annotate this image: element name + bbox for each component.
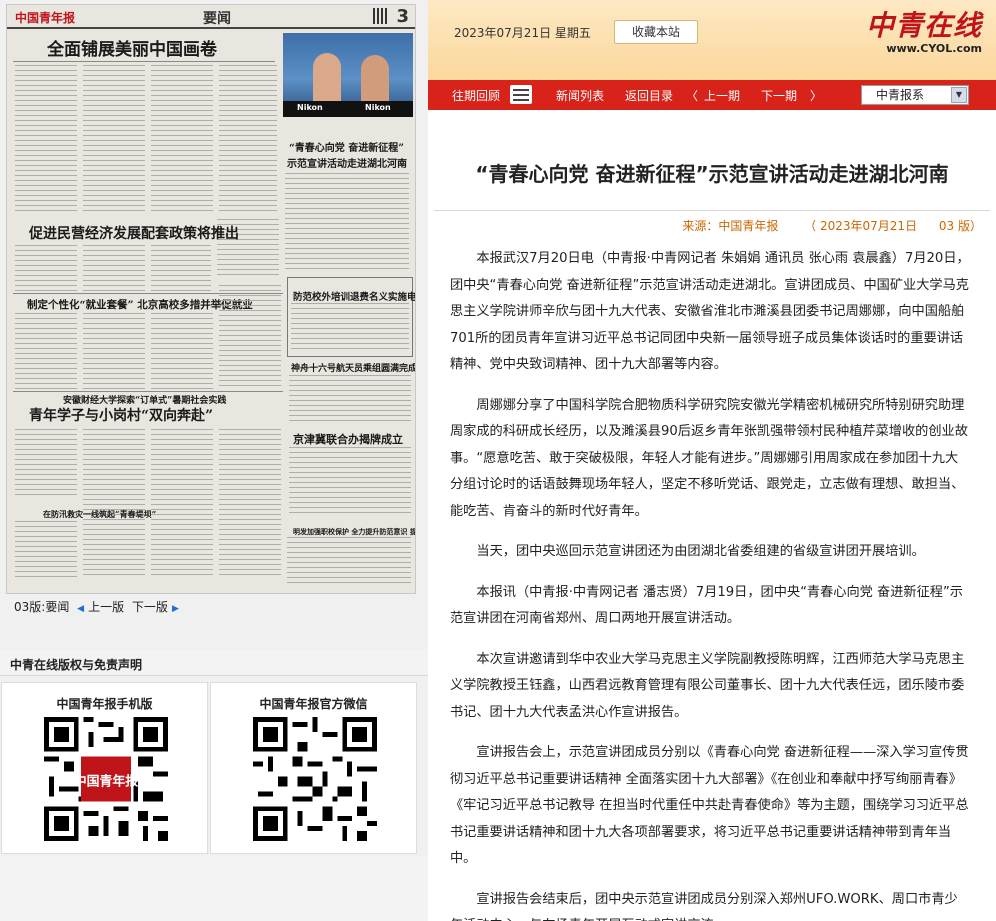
prev-issue-link[interactable]: 上一期 <box>704 87 740 104</box>
brand-name: 中青在线 <box>865 9 982 42</box>
source-date: （ 2023年07月21日 <box>804 219 918 233</box>
paper-headline[interactable]: 示范宣讲活动走进湖北河南 <box>287 155 407 170</box>
site-logo[interactable]: 中青在线 www.CYOL.com <box>866 4 982 55</box>
source-label: 来源：中国青年报 <box>682 219 779 233</box>
qr-wechat-title: 中国青年报官方微信 <box>259 697 368 711</box>
paper-headline[interactable]: 防范校外培训退费名义实施电诈 <box>293 289 415 303</box>
qr-code-icon: 中国青年报 <box>44 717 168 841</box>
paper-headline[interactable]: 青年学子与小岗村“双向奔赴” <box>29 405 213 425</box>
news-photo[interactable]: Nikon Nikon <box>283 33 413 117</box>
article-paragraph: 宣讲报告会上，示范宣讲团成员分别以《青春心向党 奋进新征程——深入学习宣传贯彻习… <box>450 745 969 866</box>
copyright-link[interactable]: 中青在线版权与免责声明 <box>10 656 142 673</box>
qr-wechat-box: 中国青年报官方微信 <box>210 682 417 854</box>
bookmark-site-button[interactable]: 收藏本站 <box>614 20 698 44</box>
paper-headline[interactable]: 全面铺展美丽中国画卷 <box>47 35 217 60</box>
paper-logo: 中国青年报 <box>15 11 76 25</box>
paper-headline[interactable]: 明发加强职校保护 全力提升防范意识 提高防范能力 <box>293 527 415 537</box>
paper-headline[interactable]: 促进民营经济发展配套政策将推出 <box>29 223 239 243</box>
paper-select-value: 中青报系 <box>876 88 925 102</box>
back-to-index-link[interactable]: 返回目录 <box>625 87 673 104</box>
issue-nav-bar: 往期回顾 新闻列表 返回目录 〈 上一期 下一期 〉 中青报系 ▼ <box>428 80 996 110</box>
paper-headline[interactable]: 神舟十六号航天员乘组圆满完成出舱活动 <box>291 361 415 374</box>
paper-page-number: 3 <box>396 6 409 27</box>
svg-text:中国青年报: 中国青年报 <box>74 773 139 789</box>
copyright-row[interactable]: 中青在线版权与免责声明 <box>0 650 428 676</box>
source-page: 03 版） <box>938 219 982 233</box>
news-list-link[interactable]: 新闻列表 <box>556 87 604 104</box>
left-panel: 中国青年报 要闻 3 全面铺展美丽中国画卷 Nikon Nikon “青春心向党… <box>0 0 428 921</box>
article-paragraph: 当天，团中央巡回示范宣讲团还为由团湖北省委组建的省级宣讲团开展培训。 <box>476 544 925 559</box>
chevron-down-icon[interactable]: ▼ <box>951 87 967 103</box>
article-title: “青春心向党 奋进新征程”示范宣讲活动走进湖北河南 <box>475 162 949 186</box>
article-source: 来源：中国青年报 （ 2023年07月21日 03 版） <box>678 217 982 234</box>
article-paragraph: 本次宣讲邀请到华中农业大学马克思主义学院副教授陈明辉，江西师范大学马克思主义学院… <box>450 651 965 720</box>
page-pager: 03版:要闻 ◀ 上一版 下一版 ▶ <box>14 598 183 615</box>
triangle-left-icon[interactable]: ◀ <box>77 604 84 614</box>
pager-next-link[interactable]: 下一版 <box>132 600 168 614</box>
chevron-right-icon[interactable]: 〉 <box>810 87 822 104</box>
article-paragraph: 宣讲报告会结束后，团中央示范宣讲团成员分别深入郑州UFO.WORK、周口市青少年… <box>450 891 958 921</box>
article-body: 本报武汉7月20日电（中青报·中青网记者 朱娟娟 通讯员 张心雨 袁晨鑫）7月2… <box>450 246 970 921</box>
barcode-icon <box>373 8 387 24</box>
archive-link[interactable]: 往期回顾 <box>452 87 500 104</box>
article-paragraph: 本报武汉7月20日电（中青报·中青网记者 朱娟娟 通讯员 张心雨 袁晨鑫）7月2… <box>450 251 970 372</box>
left-footer <box>0 856 428 921</box>
article-paragraph: 周娜娜分享了中国科学院合肥物质科学研究院安徽光学精密机械研究所特别研究助理周家成… <box>450 397 968 519</box>
paper-headline[interactable]: 京津冀联合办揭牌成立 <box>293 431 403 447</box>
current-date: 2023年07月21日 星期五 <box>454 26 591 40</box>
newspaper-page-thumbnail[interactable]: 中国青年报 要闻 3 全面铺展美丽中国画卷 Nikon Nikon “青春心向党… <box>6 4 416 594</box>
article-paragraph: 本报讯（中青报·中青网记者 潘志贤）7月19日，团中央“青春心向党 奋进新征程”… <box>450 584 963 627</box>
pager-prev-link[interactable]: 上一版 <box>88 600 124 614</box>
list-icon[interactable] <box>510 85 532 104</box>
paper-masthead: 中国青年报 要闻 3 <box>7 5 415 29</box>
paper-headline[interactable]: 在防汛救灾一线筑起“青春堤坝” <box>43 509 156 520</box>
paper-headline[interactable]: “青春心向党 奋进新征程” <box>289 139 404 154</box>
divider <box>434 210 990 211</box>
triangle-right-icon[interactable]: ▶ <box>172 604 179 614</box>
qr-mobile-box: 中国青年报手机版 中国青年报 <box>1 682 208 854</box>
chevron-left-icon[interactable]: 〈 <box>686 87 698 104</box>
site-header: 2023年07月21日 星期五 收藏本站 中青在线 www.CYOL.com <box>428 0 996 80</box>
pager-current-page: 03版:要闻 <box>14 600 70 614</box>
paper-select[interactable]: 中青报系 ▼ <box>861 85 969 105</box>
next-issue-link[interactable]: 下一期 <box>761 87 797 104</box>
article-panel: 2023年07月21日 星期五 收藏本站 中青在线 www.CYOL.com 往… <box>428 0 996 921</box>
paper-section: 要闻 <box>203 11 231 27</box>
qr-mobile-title: 中国青年报手机版 <box>56 697 153 711</box>
qr-code-icon <box>253 717 377 841</box>
